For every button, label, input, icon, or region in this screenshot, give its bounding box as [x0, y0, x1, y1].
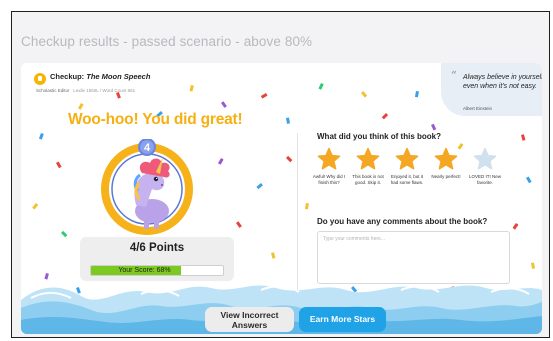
publisher: Scholastic Editor [36, 88, 70, 93]
star-option-2[interactable]: This book is not good. Skip it. [348, 147, 388, 186]
quote-card: “ Always believe in yourself even when i… [441, 63, 542, 116]
view-incorrect-answers-button[interactable]: View Incorrect Answers [205, 307, 294, 332]
badge-number: 4 [144, 142, 151, 154]
earn-more-stars-button[interactable]: Earn More Stars [299, 307, 386, 332]
comments-question: Do you have any comments about the book? [317, 217, 488, 226]
points-text: 4/6 Points [129, 242, 185, 254]
result-headline: Woo-hoo! You did great! [68, 111, 243, 128]
frame-title: Checkup results - passed scenario - abov… [21, 34, 313, 49]
star-caption: LOVED IT! New favorite. [468, 174, 501, 185]
book-title-line: Checkup: The Moon Speech [50, 72, 150, 81]
star-caption: Nearly perfect! [431, 174, 461, 179]
book-icon [34, 73, 46, 85]
word-count: / Word Count 661 [99, 88, 136, 93]
star-icon [434, 147, 458, 170]
star-option-1[interactable]: Awful! Why did I finish this? [309, 147, 349, 186]
results-frame: Checkup results - passed scenario - abov… [11, 11, 550, 338]
star-caption: This book is not good. Skip it. [352, 174, 384, 185]
star-icon [317, 147, 341, 170]
star-option-4[interactable]: Nearly perfect! [426, 147, 466, 180]
star-icon [473, 147, 497, 170]
book-meta: Scholastic Editor Lexile 1550L / Word Co… [36, 88, 135, 93]
star-icon [356, 147, 380, 170]
quote-text: Always believe in yourself even when it'… [463, 74, 542, 90]
quote-mark-icon: “ [451, 69, 457, 82]
star-rating: Awful! Why did I finish this? This book i… [313, 147, 517, 197]
lexile: Lexile 1550L [73, 88, 99, 93]
star-caption: Enjoyed it, but it had some flaws. [390, 174, 424, 185]
star-caption: Awful! Why did I finish this? [312, 174, 346, 185]
star-option-3[interactable]: Enjoyed it, but it had some flaws. [387, 147, 427, 186]
unicorn-mascot: 4 [101, 139, 193, 235]
star-icon [395, 147, 419, 170]
rating-question: What did you think of this book? [317, 132, 441, 141]
quote-author: Albert Einstein [463, 106, 493, 111]
column-divider [297, 133, 298, 293]
checkup-label: Checkup: [50, 72, 85, 81]
book-title: The Moon Speech [86, 72, 151, 81]
results-card: Checkup: The Moon Speech Scholastic Edit… [21, 63, 542, 334]
star-option-5[interactable]: LOVED IT! New favorite. [465, 147, 505, 186]
